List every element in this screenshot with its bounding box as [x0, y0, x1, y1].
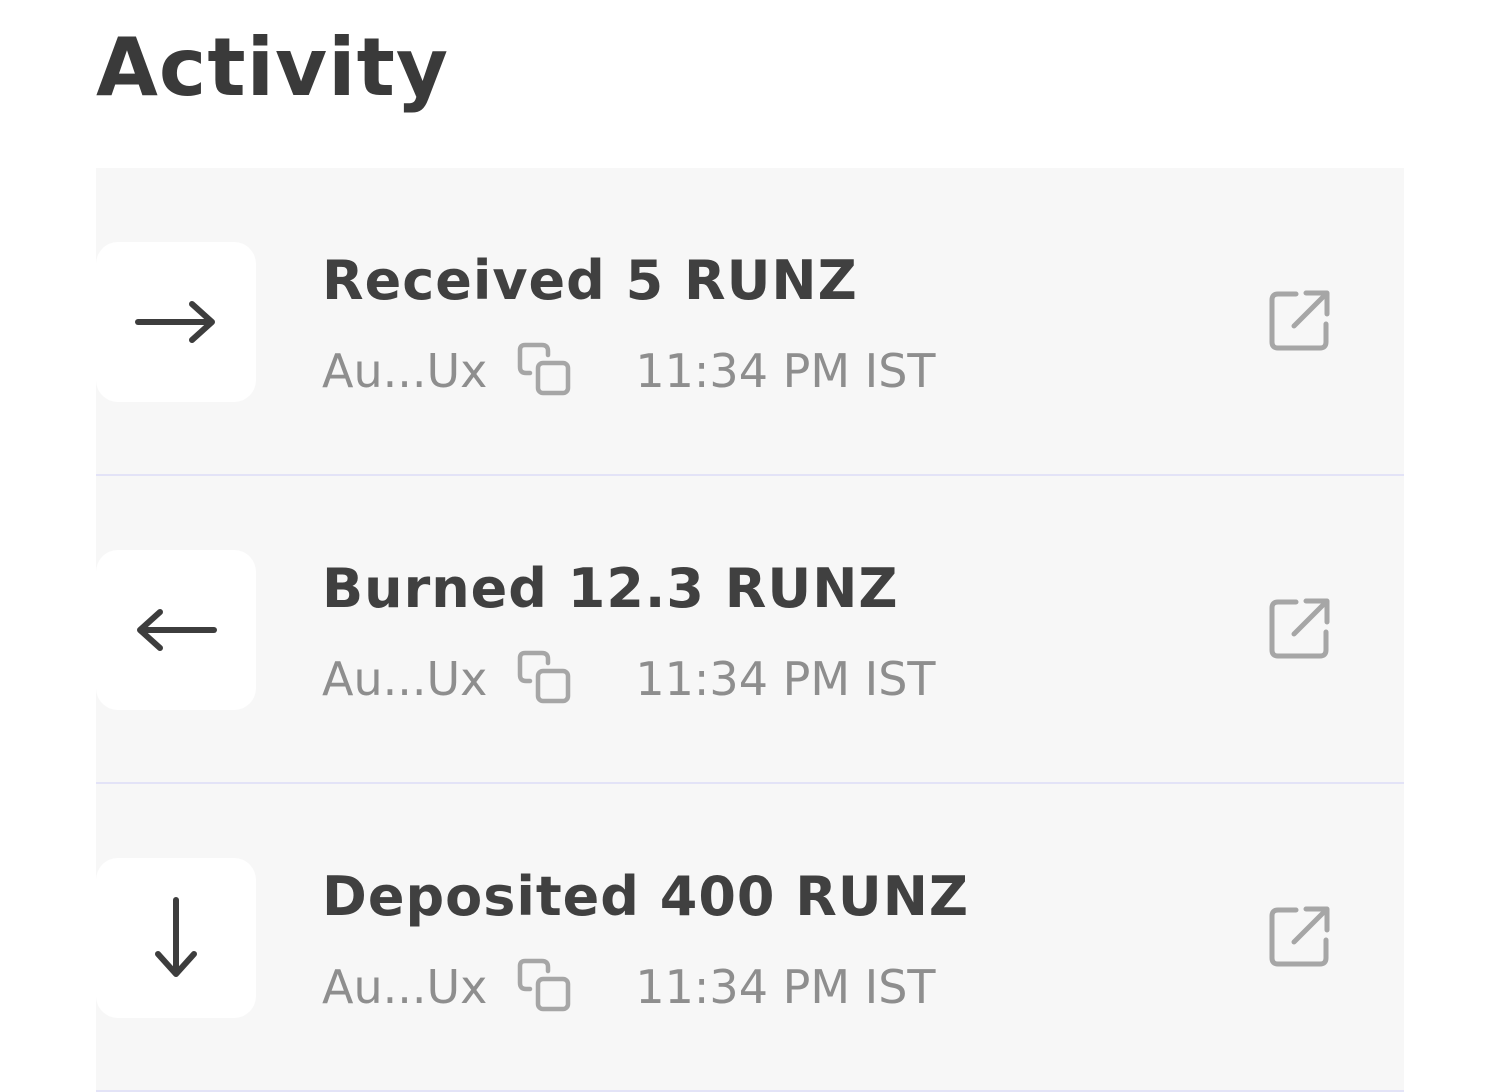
- activity-title: Burned 12.3 RUNZ: [322, 557, 899, 620]
- activity-row[interactable]: Burned 12.3 RUNZ Au...Ux 11:34 PM IST: [96, 476, 1404, 784]
- copy-address-button[interactable]: [515, 958, 573, 1016]
- activity-meta: Au...Ux 11:34 PM IST: [322, 646, 936, 712]
- external-link-icon: [1268, 288, 1332, 357]
- copy-icon: [516, 341, 572, 402]
- external-link-icon: [1268, 904, 1332, 973]
- direction-tile: [96, 550, 256, 710]
- address-text: Au...Ux: [322, 652, 488, 706]
- activity-time: 11:34 PM IST: [635, 344, 936, 398]
- arrow-down-icon: [152, 896, 200, 980]
- activity-page: Activity Received 5 RUNZ Au...Ux 11:34 P…: [0, 0, 1500, 1092]
- open-in-explorer-button[interactable]: [1262, 900, 1338, 976]
- copy-address-button[interactable]: [515, 650, 573, 708]
- copy-address-button[interactable]: [515, 342, 573, 400]
- direction-tile: [96, 242, 256, 402]
- direction-tile: [96, 858, 256, 1018]
- activity-time: 11:34 PM IST: [635, 652, 936, 706]
- activity-row[interactable]: Deposited 400 RUNZ Au...Ux 11:34 PM IST: [96, 784, 1404, 1092]
- activity-row[interactable]: Received 5 RUNZ Au...Ux 11:34 PM IST: [96, 168, 1404, 476]
- activity-title: Received 5 RUNZ: [322, 249, 858, 312]
- address-text: Au...Ux: [322, 960, 488, 1014]
- activity-time: 11:34 PM IST: [635, 960, 936, 1014]
- activity-meta: Au...Ux 11:34 PM IST: [322, 338, 936, 404]
- open-in-explorer-button[interactable]: [1262, 592, 1338, 668]
- external-link-icon: [1268, 596, 1332, 665]
- address-text: Au...Ux: [322, 344, 488, 398]
- activity-title: Deposited 400 RUNZ: [322, 865, 970, 928]
- arrow-left-icon: [134, 606, 218, 654]
- copy-icon: [516, 957, 572, 1018]
- page-title: Activity: [96, 21, 449, 114]
- activity-meta: Au...Ux 11:34 PM IST: [322, 954, 936, 1020]
- open-in-explorer-button[interactable]: [1262, 284, 1338, 360]
- arrow-right-icon: [134, 298, 218, 346]
- activity-list: Received 5 RUNZ Au...Ux 11:34 PM IST Bur…: [96, 168, 1404, 1092]
- copy-icon: [516, 649, 572, 710]
